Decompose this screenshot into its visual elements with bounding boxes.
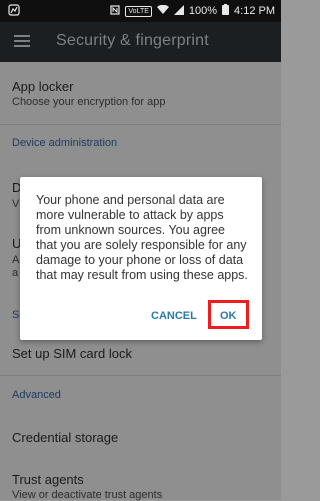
setting-title: App locker (12, 79, 74, 94)
category-device-administration: Device administration (12, 137, 118, 149)
setting-subtitle: Choose your encryption for app (12, 96, 166, 108)
dialog-message: Your phone and personal data are more vu… (36, 193, 248, 282)
wifi-icon (156, 4, 169, 18)
battery-icon (222, 4, 230, 18)
clock: 4:12 PM (234, 5, 275, 17)
status-icons: VoLTE 100% 4:12 PM (110, 4, 275, 18)
setting-title: Credential storage (12, 430, 119, 445)
setting-credential-storage[interactable]: Credential storage (12, 430, 269, 445)
setting-app-locker[interactable]: App locker Choose your encryption for ap… (12, 79, 269, 108)
partial-item: S (12, 309, 20, 321)
setting-title: Set up SIM card lock (12, 346, 132, 361)
divider (0, 375, 281, 376)
page-title: Security & fingerprint (56, 32, 209, 49)
nfc-icon (110, 4, 120, 18)
hamburger-menu-icon[interactable] (14, 35, 30, 47)
volte-badge: VoLTE (125, 5, 152, 17)
cancel-button[interactable]: CANCEL (151, 310, 197, 322)
divider (0, 124, 281, 125)
unknown-sources-dialog: Your phone and personal data are more vu… (20, 177, 262, 340)
ok-button-highlight (208, 300, 249, 329)
partial-item: a (12, 267, 19, 279)
setting-subtitle: View or deactivate trust agents (12, 489, 163, 501)
setting-sim-card-lock[interactable]: Set up SIM card lock (12, 346, 269, 361)
status-bar: VoLTE 100% 4:12 PM (0, 0, 281, 22)
setting-trust-agents[interactable]: Trust agents View or deactivate trust ag… (12, 472, 269, 501)
partial-item: V (12, 198, 20, 210)
app-toolbar: Security & fingerprint (0, 22, 281, 62)
signal-icon (173, 4, 184, 18)
setting-title: Trust agents (12, 472, 84, 487)
category-advanced: Advanced (12, 389, 61, 401)
partial-item: A (12, 254, 20, 266)
battery-level: 100% (188, 5, 218, 17)
notification-icon (8, 4, 20, 16)
